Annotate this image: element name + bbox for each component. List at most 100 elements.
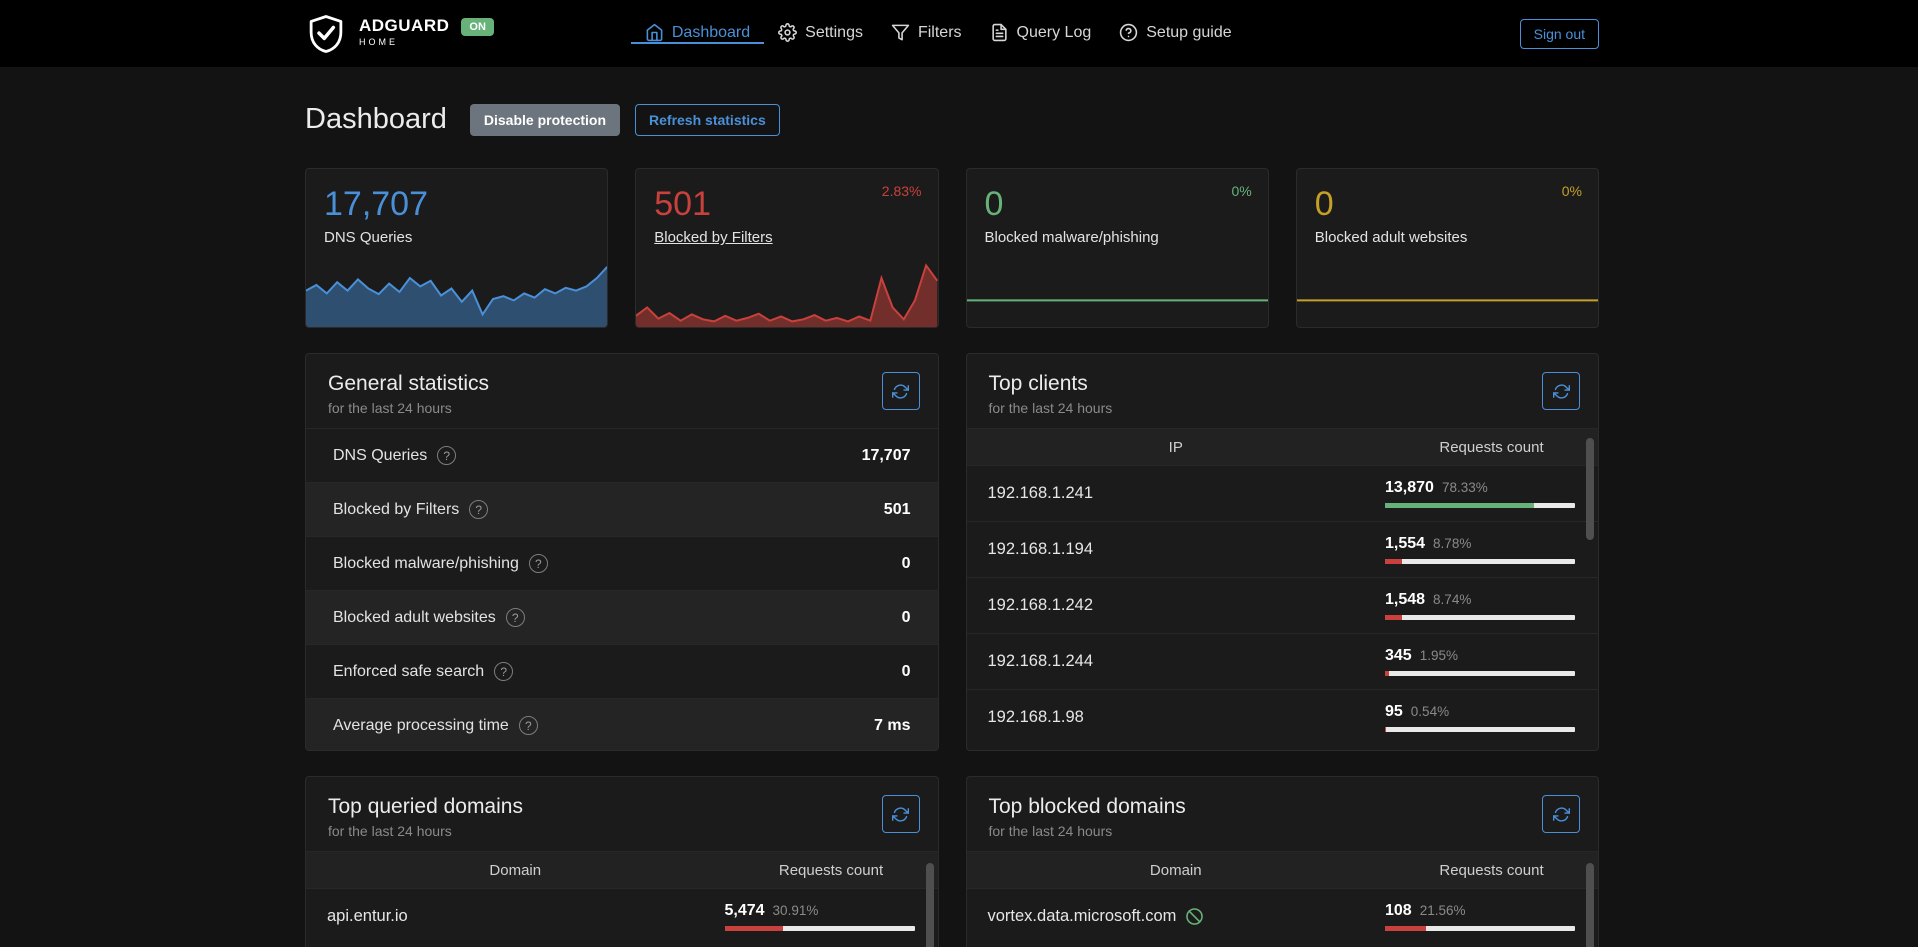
stat-cards: 17,707 DNS Queries 2.83% 501 Blocked by … [305,168,1599,328]
client-ip[interactable]: 192.168.1.98 [988,708,1386,727]
stat-label: Blocked malware/phishing [985,229,1159,246]
requests-percent: 8.78% [1433,536,1471,551]
nav-item-dashboard[interactable]: Dashboard [631,23,764,44]
column-header-ip: IP [967,439,1386,456]
nav-item-settings[interactable]: Settings [764,23,877,44]
refresh-button[interactable] [1542,795,1580,833]
tracker-blocked-icon [1185,907,1204,926]
panel-subtitle: for the last 24 hours [328,823,916,839]
progress-bar [1385,926,1575,931]
client-ip[interactable]: 192.168.1.242 [988,596,1386,615]
stat-card-blocked-malware: 0% 0 Blocked malware/phishing [966,168,1269,328]
gear-icon [778,23,797,42]
page-title: Dashboard [305,103,447,136]
progress-bar [1385,503,1575,508]
stat-row-label: Blocked by Filters [333,501,459,519]
sign-out-button[interactable]: Sign out [1520,19,1599,49]
requests-count: 1,554 [1385,535,1425,553]
table-header: IP Requests count [967,428,1599,465]
table-row: vortex.data.microsoft.com 108 21.56% [967,888,1599,944]
table-header: Domain Requests count [967,851,1599,888]
nav-item-filters[interactable]: Filters [877,23,976,44]
stat-row-label: Enforced safe search [333,663,484,681]
client-ip[interactable]: 192.168.1.194 [988,540,1386,559]
progress-bar [1385,615,1575,620]
table-row: 192.168.1.194 1,554 8.78% [967,521,1599,577]
help-icon [1119,23,1138,42]
stat-row-value: 0 [902,555,911,573]
main-content: Dashboard Disable protection Refresh sta… [305,103,1599,947]
nav-item-setup-guide[interactable]: Setup guide [1105,23,1245,44]
progress-bar [725,926,915,931]
table-row: 192.168.1.242 1,548 8.74% [967,577,1599,633]
progress-bar [1385,559,1575,564]
stat-row-label: Blocked adult websites [333,609,496,627]
panel-subtitle: for the last 24 hours [328,400,916,416]
stat-row-value: 17,707 [862,447,911,465]
table-row: 192.168.1.98 95 0.54% [967,689,1599,745]
stat-row-value: 7 ms [874,717,910,735]
disable-protection-button[interactable]: Disable protection [470,104,620,136]
domain-name[interactable]: vortex.data.microsoft.com [988,907,1177,926]
nav-item-label: Filters [918,24,962,42]
stat-percent: 0% [1562,183,1582,199]
scrollbar-thumb[interactable] [926,863,934,947]
progress-bar-fill [1385,727,1386,732]
panel-title: Top queried domains [328,795,916,819]
help-circle-icon[interactable]: ? [494,662,513,681]
funnel-icon [891,23,910,42]
blocked-by-filters-link[interactable]: Blocked by Filters [654,229,772,246]
stat-percent: 0% [1232,183,1252,199]
refresh-button[interactable] [882,372,920,410]
domain-name[interactable]: api.entur.io [327,907,725,926]
page-header: Dashboard Disable protection Refresh sta… [305,103,1599,136]
stat-card-blocked-adult: 0% 0 Blocked adult websites [1296,168,1599,328]
panel-subtitle: for the last 24 hours [989,400,1577,416]
stat-row: Average processing time ? 7 ms [306,698,938,751]
refresh-statistics-button[interactable]: Refresh statistics [635,104,780,136]
stat-label: Blocked adult websites [1315,229,1468,246]
protection-status-badge: ON [461,18,494,36]
top-blocked-domains-panel: Top blocked domains for the last 24 hour… [966,776,1600,947]
progress-bar [1385,727,1575,732]
help-circle-icon[interactable]: ? [506,608,525,627]
stat-card-dns-queries: 17,707 DNS Queries [305,168,608,328]
stat-percent: 2.83% [882,183,922,199]
column-header-requests-count: Requests count [1385,862,1598,879]
panel-title: General statistics [328,372,916,396]
help-circle-icon[interactable]: ? [529,554,548,573]
stat-row-label: DNS Queries [333,447,427,465]
refresh-button[interactable] [1542,372,1580,410]
scrollbar-thumb[interactable] [1586,863,1594,947]
requests-count: 13,870 [1385,479,1434,497]
column-header-requests-count: Requests count [1385,439,1598,456]
requests-percent: 0.54% [1411,704,1449,719]
column-header-domain: Domain [306,862,725,879]
column-header-domain: Domain [967,862,1386,879]
nav-item-query-log[interactable]: Query Log [976,23,1106,44]
help-circle-icon[interactable]: ? [469,500,488,519]
scrollbar-thumb[interactable] [1586,438,1594,540]
nav-item-label: Setup guide [1146,24,1231,42]
stat-row-value: 501 [884,501,911,519]
panel-title: Top blocked domains [989,795,1577,819]
stat-value: 0 [985,185,1250,224]
refresh-icon [1553,383,1570,400]
requests-count: 5,474 [725,902,765,920]
table-row: 192.168.1.241 13,870 78.33% [967,465,1599,521]
help-circle-icon[interactable]: ? [437,446,456,465]
stat-label: DNS Queries [324,229,412,246]
client-ip[interactable]: 192.168.1.241 [988,484,1386,503]
client-ip[interactable]: 192.168.1.244 [988,652,1386,671]
nav-item-label: Query Log [1017,24,1092,42]
requests-percent: 8.74% [1433,592,1471,607]
sparkline-chart [636,257,937,327]
progress-bar-fill [725,926,784,931]
requests-count: 1,548 [1385,591,1425,609]
help-circle-icon[interactable]: ? [519,716,538,735]
requests-count: 95 [1385,703,1403,721]
requests-count: 108 [1385,902,1412,920]
stat-card-blocked-by-filters: 2.83% 501 Blocked by Filters [635,168,938,328]
requests-percent: 21.56% [1420,903,1466,918]
refresh-button[interactable] [882,795,920,833]
